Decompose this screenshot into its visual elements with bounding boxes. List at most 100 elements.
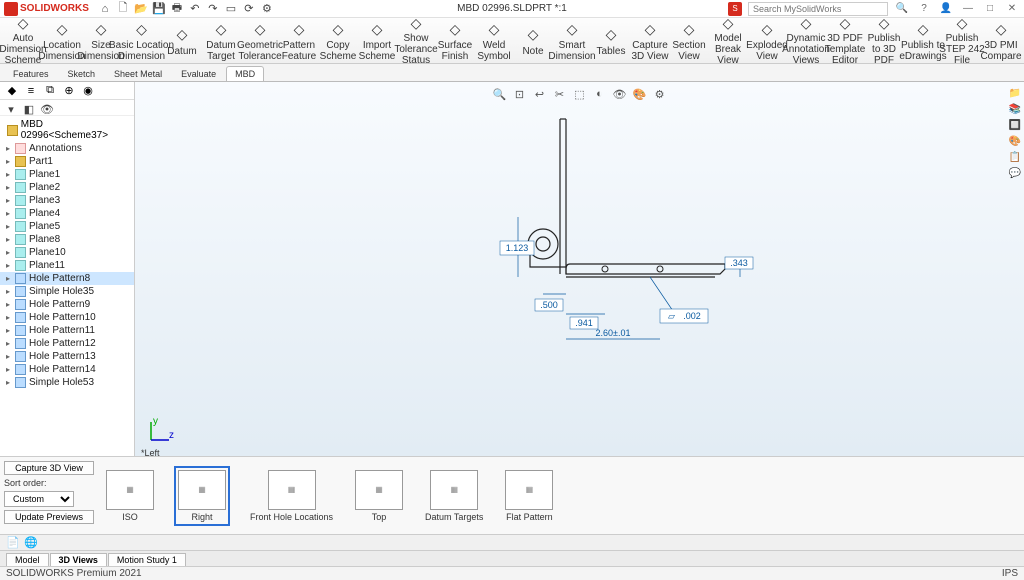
fm-tab-tree-icon[interactable]: ◆ — [4, 84, 20, 98]
fm-node[interactable]: Plane5 — [0, 220, 134, 233]
close-icon[interactable]: ✕ — [1004, 2, 1020, 16]
fm-node[interactable]: Part1 — [0, 155, 134, 168]
fm-node[interactable]: Hole Pattern12 — [0, 337, 134, 350]
ribbon-btn-8[interactable]: ◇Copy Scheme — [319, 20, 357, 62]
ribbon-btn-18[interactable]: ◇Model Break View — [709, 20, 747, 62]
pdf-icon[interactable]: 📄 — [6, 536, 20, 550]
ribbon-btn-5[interactable]: ◇Datum Target — [202, 20, 240, 62]
open-icon[interactable]: 📂 — [133, 1, 149, 17]
fm-eye-icon[interactable]: 👁 — [39, 101, 55, 117]
home-icon[interactable]: ⌂ — [97, 1, 113, 17]
tp-forum-icon[interactable]: 💬 — [1008, 166, 1022, 180]
ribbon-btn-14[interactable]: ◇Smart Dimension — [553, 20, 591, 62]
tab-features[interactable]: Features — [4, 66, 58, 81]
fm-node[interactable]: Plane3 — [0, 194, 134, 207]
tab-mbd[interactable]: MBD — [226, 66, 264, 81]
thumb-flat-pattern[interactable]: ▦Flat Pattern — [503, 468, 555, 524]
doc-tab-model[interactable]: Model — [6, 553, 49, 566]
fm-node[interactable]: Hole Pattern11 — [0, 324, 134, 337]
new-icon[interactable]: 🗋 — [115, 1, 131, 17]
tp-view-icon[interactable]: 🔲 — [1008, 118, 1022, 132]
fm-node[interactable]: Hole Pattern10 — [0, 311, 134, 324]
tab-sketch[interactable]: Sketch — [59, 66, 105, 81]
ribbon-btn-23[interactable]: ◇Publish to eDrawings — [904, 20, 942, 62]
thumb-top[interactable]: ▦Top — [353, 468, 405, 524]
maximize-icon[interactable]: □ — [982, 2, 998, 16]
fm-node[interactable]: Hole Pattern8 — [0, 272, 134, 285]
fm-node[interactable]: Plane1 — [0, 168, 134, 181]
tp-prop-icon[interactable]: 📋 — [1008, 150, 1022, 164]
ribbon-btn-24[interactable]: ◇Publish STEP 242 File — [943, 20, 981, 62]
ribbon-btn-20[interactable]: ◇Dynamic Annotation Views — [787, 20, 825, 62]
graphics-area[interactable]: 🔍 ⊡ ↩ ✂ ⬚ ◐ 👁 🎨 ⚙ 📁 📚 🔲 🎨 📋 💬 — [135, 82, 1024, 456]
tab-evaluate[interactable]: Evaluate — [172, 66, 225, 81]
fm-node-icon — [15, 156, 26, 167]
ribbon-btn-11[interactable]: ◇Surface Finish — [436, 20, 474, 62]
ribbon-btn-6[interactable]: ◇Geometric Tolerance — [241, 20, 279, 62]
fm-node[interactable]: Hole Pattern14 — [0, 363, 134, 376]
fm-tab-dim-icon[interactable]: ⊕ — [61, 84, 77, 98]
doc-tab-3d-views[interactable]: 3D Views — [50, 553, 107, 566]
update-previews-button[interactable]: Update Previews — [4, 510, 94, 524]
fm-filter-icon[interactable]: ▾ — [3, 101, 19, 117]
ribbon-btn-21[interactable]: ◇3D PDF Template Editor — [826, 20, 864, 62]
thumb-datum-targets[interactable]: ▦Datum Targets — [423, 468, 485, 524]
save-icon[interactable]: 💾 — [151, 1, 167, 17]
ribbon-btn-15[interactable]: ◇Tables — [592, 20, 630, 62]
fm-node[interactable]: Simple Hole35 — [0, 285, 134, 298]
ribbon-btn-0[interactable]: ◇Auto Dimension Scheme — [4, 20, 42, 62]
fm-node[interactable]: Plane10 — [0, 246, 134, 259]
ribbon-btn-22[interactable]: ◇Publish to 3D PDF — [865, 20, 903, 62]
ribbon-btn-4[interactable]: ◇Datum — [163, 20, 201, 62]
ribbon-btn-17[interactable]: ◇Section View — [670, 20, 708, 62]
print-icon[interactable]: 🖶 — [169, 1, 185, 17]
fm-node[interactable]: Annotations — [0, 142, 134, 155]
minimize-icon[interactable]: — — [960, 2, 976, 16]
ribbon-btn-1[interactable]: ◇Location Dimension — [43, 20, 81, 62]
tp-appear-icon[interactable]: 🎨 — [1008, 134, 1022, 148]
ribbon-btn-12[interactable]: ◇Weld Symbol — [475, 20, 513, 62]
thumb-right[interactable]: ▦Right — [174, 466, 230, 526]
ribbon-icon: ◇ — [835, 16, 855, 31]
sw-badge-icon[interactable]: S — [728, 2, 742, 16]
redo-icon[interactable]: ↷ — [205, 1, 221, 17]
user-icon[interactable]: 👤 — [938, 2, 954, 16]
rebuild-icon[interactable]: ⟳ — [241, 1, 257, 17]
fm-node[interactable]: Plane4 — [0, 207, 134, 220]
fm-node[interactable]: Plane8 — [0, 233, 134, 246]
fm-node-icon — [15, 299, 26, 310]
ribbon-btn-13[interactable]: ◇Note — [514, 20, 552, 62]
fm-node[interactable]: Plane11 — [0, 259, 134, 272]
search-input[interactable] — [748, 2, 888, 16]
ribbon-btn-25[interactable]: ◇3D PMI Compare — [982, 20, 1020, 62]
fm-node[interactable]: Hole Pattern13 — [0, 350, 134, 363]
ribbon-btn-7[interactable]: ◇Pattern Feature — [280, 20, 318, 62]
ribbon-btn-10[interactable]: ◇Show Tolerance Status — [397, 20, 435, 62]
fm-tab-prop-icon[interactable]: ≡ — [23, 84, 39, 98]
fm-cube-icon[interactable]: ◧ — [21, 101, 37, 117]
thumb-iso[interactable]: ▦ISO — [104, 468, 156, 524]
select-icon[interactable]: ▭ — [223, 1, 239, 17]
fm-root-node[interactable]: MBD 02996<Scheme37> — [0, 118, 134, 142]
fm-tab-config-icon[interactable]: ⧉ — [42, 84, 58, 98]
ribbon-btn-19[interactable]: ◇Exploded View — [748, 20, 786, 62]
magnify-icon[interactable]: 🔍 — [894, 2, 910, 16]
sort-select[interactable]: Custom — [4, 491, 74, 507]
ribbon-btn-3[interactable]: ◇Basic Location Dimension — [121, 20, 162, 62]
tp-lib-icon[interactable]: 📚 — [1008, 102, 1022, 116]
ribbon-btn-16[interactable]: ◇Capture 3D View — [631, 20, 669, 62]
doc-tab-motion-study-1[interactable]: Motion Study 1 — [108, 553, 186, 566]
options-icon[interactable]: ⚙ — [259, 1, 275, 17]
tab-sheet-metal[interactable]: Sheet Metal — [105, 66, 171, 81]
fm-node[interactable]: Hole Pattern9 — [0, 298, 134, 311]
undo-icon[interactable]: ↶ — [187, 1, 203, 17]
capture-3dview-button[interactable]: Capture 3D View — [4, 461, 94, 475]
fm-node[interactable]: Plane2 — [0, 181, 134, 194]
fm-tab-display-icon[interactable]: ◉ — [80, 84, 96, 98]
help-icon[interactable]: ? — [916, 2, 932, 16]
edraw-icon[interactable]: 🌐 — [24, 536, 38, 550]
tp-res-icon[interactable]: 📁 — [1008, 86, 1022, 100]
thumb-front-hole-locations[interactable]: ▦Front Hole Locations — [248, 468, 335, 524]
fm-node[interactable]: Simple Hole53 — [0, 376, 134, 389]
ribbon-btn-9[interactable]: ◇Import Scheme — [358, 20, 396, 62]
